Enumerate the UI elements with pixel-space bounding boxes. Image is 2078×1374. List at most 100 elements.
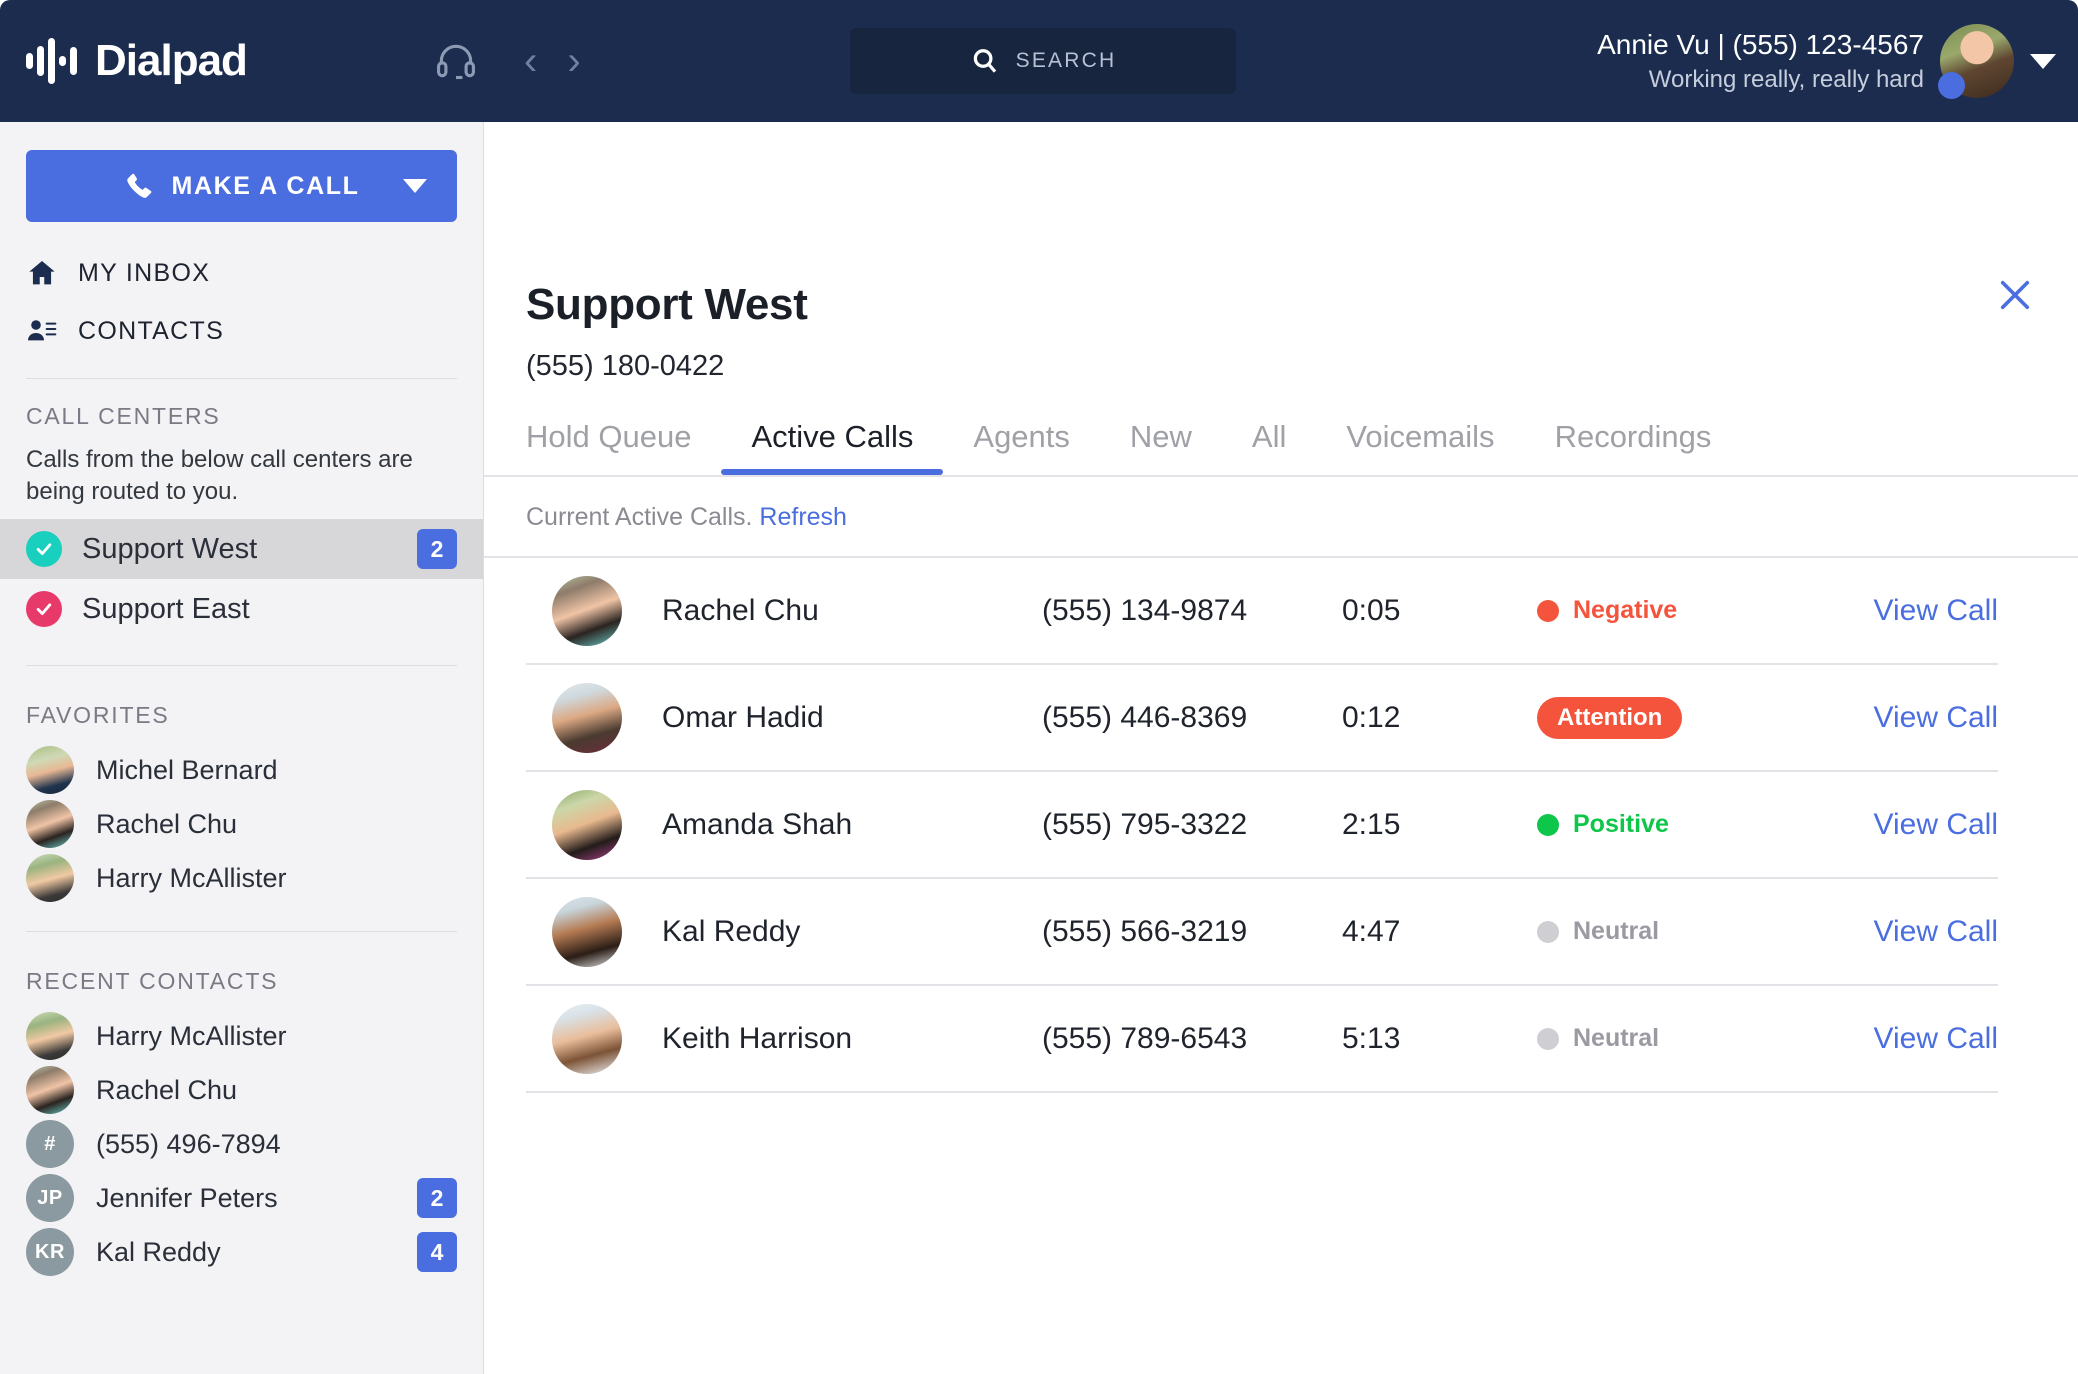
caller-name: Keith Harrison — [662, 1021, 853, 1055]
subbar: Current Active Calls. Refresh — [484, 477, 2078, 556]
view-call-cell: View Call — [1807, 808, 1999, 842]
table-row[interactable]: Keith Harrison (555) 789-6543 5:13 Neutr… — [526, 986, 1998, 1093]
caller-name: Kal Reddy — [662, 914, 801, 948]
favorites-list: Michel Bernard Rachel Chu Harry McAllist… — [0, 743, 483, 905]
close-icon[interactable] — [1994, 274, 2036, 321]
table-row[interactable]: Amanda Shah (555) 795-3322 2:15 Positive… — [526, 772, 1998, 879]
avatar — [552, 789, 622, 860]
avatar — [26, 854, 74, 903]
avatar — [552, 682, 622, 753]
page-phone: (555) 180-0422 — [526, 350, 725, 382]
view-call-cell: View Call — [1807, 594, 1999, 628]
sentiment-dot-icon — [1537, 1027, 1559, 1050]
check-circle-icon — [26, 531, 62, 568]
chevron-down-icon[interactable] — [403, 179, 427, 193]
history-nav: ‹ › — [524, 41, 581, 81]
tab-all[interactable]: All — [1222, 419, 1316, 475]
contact-name: Michel Bernard — [96, 754, 278, 785]
list-item[interactable]: KR Kal Reddy 4 — [0, 1225, 483, 1279]
status-badge: 2 — [417, 1178, 457, 1219]
sidebar-item-label: MY INBOX — [78, 258, 211, 287]
sidebar-item-support-west[interactable]: Support West 2 — [0, 519, 483, 580]
divider — [26, 665, 457, 667]
contact-name: Harry McAllister — [96, 1020, 287, 1051]
page-title: Support West — [526, 280, 808, 329]
tab-voicemails[interactable]: Voicemails — [1316, 419, 1524, 475]
list-item[interactable]: Harry McAllister — [0, 1009, 483, 1063]
view-call-link[interactable]: View Call — [1874, 1022, 1999, 1055]
main-panel: Support West (555) 180-0422 Hold Queue A… — [484, 122, 2078, 1374]
avatar — [552, 1003, 622, 1074]
dialpad-wave-icon — [26, 38, 77, 84]
contact-name: Rachel Chu — [96, 1074, 238, 1105]
make-a-call-button[interactable]: MAKE A CALL — [26, 150, 457, 222]
table-row[interactable]: Rachel Chu (555) 134-9874 0:05 Negative … — [526, 558, 1998, 665]
tab-active-calls[interactable]: Active Calls — [721, 419, 944, 475]
brand-name: Dialpad — [95, 36, 248, 85]
recent-contacts-heading: RECENT CONTACTS — [26, 968, 279, 995]
chevron-right-icon[interactable]: › — [567, 41, 580, 81]
sidebar-item-my-inbox[interactable]: MY INBOX — [0, 244, 483, 302]
favorites-heading: FAVORITES — [26, 702, 170, 729]
phone-icon — [126, 173, 151, 198]
contact-name: (555) 496-7894 — [96, 1128, 281, 1159]
refresh-link[interactable]: Refresh — [759, 503, 847, 531]
search-label: SEARCH — [1015, 49, 1117, 72]
call-center-label: Support West — [82, 532, 258, 565]
top-bar: Dialpad ‹ › SEARCH Annie Vu | (555) 123-… — [0, 0, 2078, 122]
status-badge: 4 — [417, 1232, 457, 1273]
app-body: MAKE A CALL MY INBOX CONTACTS CALL CENTE… — [0, 122, 2078, 1374]
call-centers-heading: CALL CENTERS — [26, 403, 221, 429]
caller-phone: (555) 795-3322 — [1042, 807, 1248, 841]
divider — [26, 931, 457, 933]
avatar[interactable] — [1938, 24, 2014, 99]
avatar — [552, 896, 622, 967]
contact-name: Rachel Chu — [96, 808, 238, 839]
table-row[interactable]: Omar Hadid (555) 446-8369 0:12 Attention… — [526, 665, 1998, 772]
status-badge: 2 — [417, 529, 457, 570]
view-call-cell: View Call — [1807, 1022, 1999, 1056]
view-call-link[interactable]: View Call — [1874, 701, 1999, 734]
active-calls-table: Rachel Chu (555) 134-9874 0:05 Negative … — [484, 558, 2078, 1093]
sidebar-item-support-east[interactable]: Support East — [0, 579, 483, 639]
subbar-text: Current Active Calls. — [526, 503, 753, 531]
sentiment: Neutral — [1537, 1024, 1807, 1053]
sentiment-dot-icon — [1537, 599, 1559, 622]
tab-agents[interactable]: Agents — [943, 419, 1100, 475]
view-call-link[interactable]: View Call — [1874, 808, 1999, 841]
list-item[interactable]: Michel Bernard — [0, 743, 483, 797]
tab-recordings[interactable]: Recordings — [1525, 419, 1742, 475]
sidebar-item-label: CONTACTS — [78, 316, 225, 345]
search-icon — [973, 49, 996, 73]
list-item[interactable]: Rachel Chu — [0, 797, 483, 851]
sentiment: Negative — [1537, 596, 1807, 625]
home-icon — [29, 261, 55, 285]
user-menu[interactable]: Annie Vu | (555) 123-4567 Working really… — [1597, 0, 2056, 122]
tab-new[interactable]: New — [1100, 419, 1222, 475]
call-centers-note: Calls from the below call centers are be… — [26, 446, 413, 505]
avatar — [26, 1012, 74, 1061]
avatar — [552, 575, 622, 646]
caller-name: Rachel Chu — [662, 593, 819, 627]
view-call-link[interactable]: View Call — [1874, 915, 1999, 948]
view-call-link[interactable]: View Call — [1874, 594, 1999, 627]
contact-name: Harry McAllister — [96, 862, 287, 893]
list-item[interactable]: JP Jennifer Peters 2 — [0, 1171, 483, 1225]
sentiment-label: Negative — [1573, 596, 1678, 624]
table-row[interactable]: Kal Reddy (555) 566-3219 4:47 Neutral Vi… — [526, 879, 1998, 986]
list-item[interactable]: # (555) 496-7894 — [0, 1117, 483, 1171]
headset-icon[interactable] — [434, 39, 478, 83]
sidebar-item-contacts[interactable]: CONTACTS — [0, 302, 483, 360]
search-input[interactable]: SEARCH — [850, 28, 1236, 94]
list-item[interactable]: Harry McAllister — [0, 851, 483, 905]
contact-name: Jennifer Peters — [96, 1182, 278, 1213]
tab-hold-queue[interactable]: Hold Queue — [526, 419, 721, 475]
sentiment-label: Neutral — [1573, 917, 1660, 945]
brand-logo[interactable]: Dialpad — [0, 36, 420, 86]
caller-phone: (555) 446-8369 — [1042, 700, 1248, 734]
caret-down-icon[interactable] — [2030, 53, 2056, 69]
tab-bar: Hold Queue Active Calls Agents New All V… — [484, 383, 2078, 475]
chevron-left-icon[interactable]: ‹ — [524, 41, 537, 81]
user-info: Annie Vu | (555) 123-4567 Working really… — [1597, 26, 1924, 96]
list-item[interactable]: Rachel Chu — [0, 1063, 483, 1117]
